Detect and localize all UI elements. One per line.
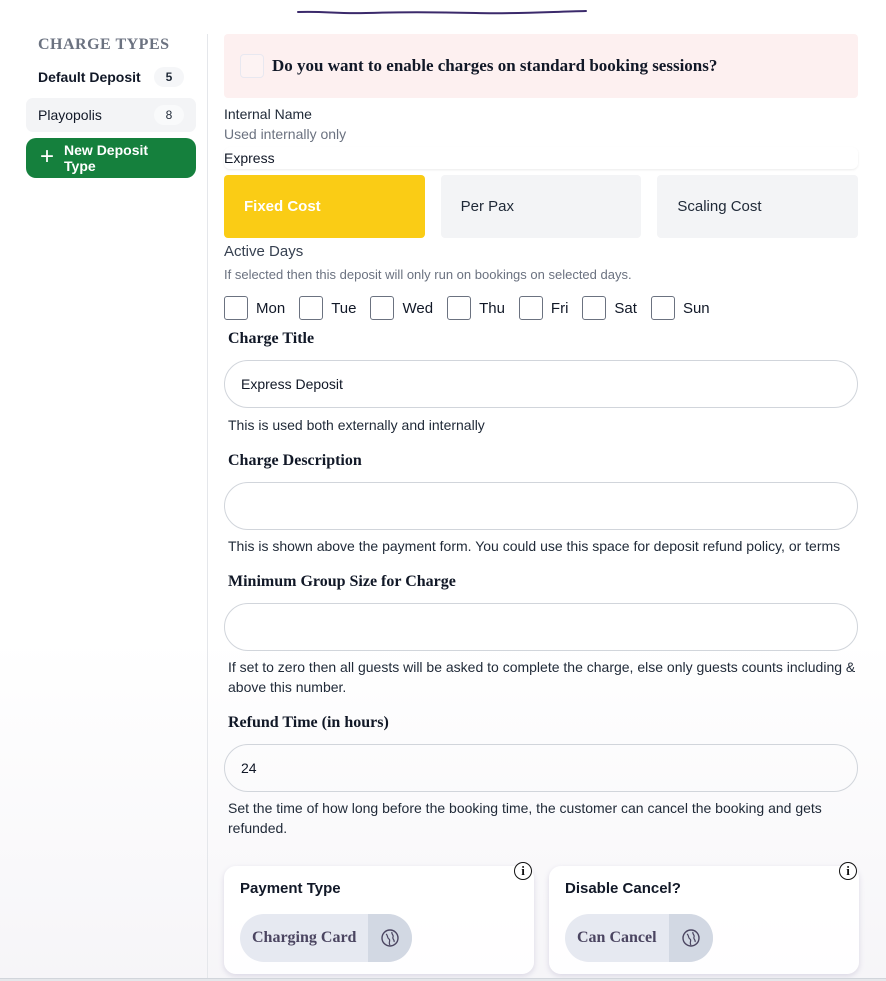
payment-type-toggle[interactable]: Charging Card bbox=[240, 914, 413, 962]
refund-time-label: Refund Time (in hours) bbox=[228, 714, 389, 731]
sidebar-item-label: Default Deposit bbox=[38, 69, 141, 85]
day-checkbox[interactable] bbox=[518, 296, 543, 320]
disable-cancel-value: Can Cancel bbox=[577, 929, 657, 946]
sidebar-item-default-deposit[interactable]: Default Deposit 5 bbox=[26, 60, 196, 94]
refund-time-help: Set the time of how long before the book… bbox=[228, 800, 822, 836]
globe-icon bbox=[681, 929, 700, 947]
new-deposit-type-label: New Deposit Type bbox=[64, 142, 149, 174]
day-wed[interactable]: Wed bbox=[370, 296, 433, 320]
refund-time-input[interactable] bbox=[224, 744, 858, 792]
min-group-size-label: Minimum Group Size for Charge bbox=[228, 573, 456, 590]
cost-type-scaling-cost[interactable]: Scaling Cost bbox=[657, 175, 859, 238]
plus-icon: + bbox=[40, 143, 55, 170]
day-sat[interactable]: Sat bbox=[582, 296, 637, 320]
active-days-label: Active Days bbox=[224, 243, 304, 260]
info-icon[interactable]: i bbox=[514, 862, 532, 880]
new-deposit-type-button[interactable]: + New Deposit Type bbox=[26, 138, 196, 178]
enable-charges-banner: Do you want to enable charges on standar… bbox=[224, 34, 858, 98]
internal-name-label: Internal Name bbox=[224, 106, 312, 122]
disable-cancel-icon-area bbox=[668, 914, 713, 962]
charge-description-help: This is shown above the payment form. Yo… bbox=[228, 538, 841, 554]
payment-type-title: Payment Type bbox=[240, 880, 341, 897]
day-fri[interactable]: Fri bbox=[518, 296, 568, 320]
info-icon[interactable]: i bbox=[839, 862, 857, 880]
internal-name-sublabel: Used internally only bbox=[224, 126, 347, 142]
day-tue[interactable]: Tue bbox=[299, 296, 356, 320]
disable-cancel-toggle[interactable]: Can Cancel bbox=[565, 914, 713, 962]
charge-description-input[interactable] bbox=[224, 482, 858, 530]
day-mon[interactable]: Mon bbox=[224, 296, 285, 320]
disable-cancel-card: Disable Cancel? i Can Cancel bbox=[549, 862, 859, 974]
charge-title-help: This is used both externally and interna… bbox=[228, 417, 485, 433]
sidebar-title: CHARGE TYPES bbox=[38, 36, 170, 53]
payment-type-icon-area bbox=[368, 914, 413, 962]
deposit-form: Do you want to enable charges on standar… bbox=[224, 34, 859, 838]
charge-title-label: Charge Title bbox=[228, 330, 315, 347]
sidebar-item-label: Playopolis bbox=[38, 107, 102, 123]
charge-title-input[interactable] bbox=[224, 360, 858, 408]
min-group-size-input[interactable] bbox=[224, 603, 858, 651]
disable-cancel-title: Disable Cancel? bbox=[565, 880, 681, 897]
charge-description-label: Charge Description bbox=[228, 452, 362, 469]
day-checkbox[interactable] bbox=[447, 296, 472, 320]
day-checkbox[interactable] bbox=[582, 296, 607, 320]
day-sun[interactable]: Sun bbox=[650, 296, 710, 320]
cost-type-fixed-cost[interactable]: Fixed Cost bbox=[224, 175, 425, 238]
payment-type-card: Payment Type i Charging Card bbox=[224, 862, 534, 974]
day-checkbox[interactable] bbox=[650, 296, 675, 320]
cost-type-per-pax[interactable]: Per Pax bbox=[440, 175, 642, 238]
day-checkbox[interactable] bbox=[299, 296, 324, 320]
sidebar-divider bbox=[207, 34, 208, 980]
cost-type-selector: Fixed Cost Per Pax Scaling Cost bbox=[224, 175, 859, 238]
sidebar-item-playopolis[interactable]: Playopolis 8 bbox=[26, 98, 196, 132]
day-checkbox[interactable] bbox=[224, 296, 248, 320]
active-days-checkboxes: Mon Tue Wed Thu Fri Sat Sun bbox=[224, 296, 858, 320]
min-group-size-help: If set to zero then all guests will be a… bbox=[228, 659, 856, 695]
globe-icon bbox=[381, 929, 400, 947]
sidebar-item-count: 8 bbox=[154, 105, 184, 125]
day-thu[interactable]: Thu bbox=[447, 296, 505, 320]
active-days-sublabel: If selected then this deposit will only … bbox=[224, 267, 632, 282]
enable-charges-text: Do you want to enable charges on standar… bbox=[272, 56, 718, 75]
day-checkbox[interactable] bbox=[370, 296, 395, 320]
decorative-underline bbox=[297, 10, 587, 15]
sidebar: CHARGE TYPES Default Deposit 5 Playopoli… bbox=[26, 34, 196, 178]
enable-charges-checkbox[interactable] bbox=[240, 54, 264, 78]
internal-name-input[interactable] bbox=[224, 147, 858, 169]
payment-type-value: Charging Card bbox=[252, 929, 357, 946]
sidebar-item-count: 5 bbox=[154, 67, 184, 87]
